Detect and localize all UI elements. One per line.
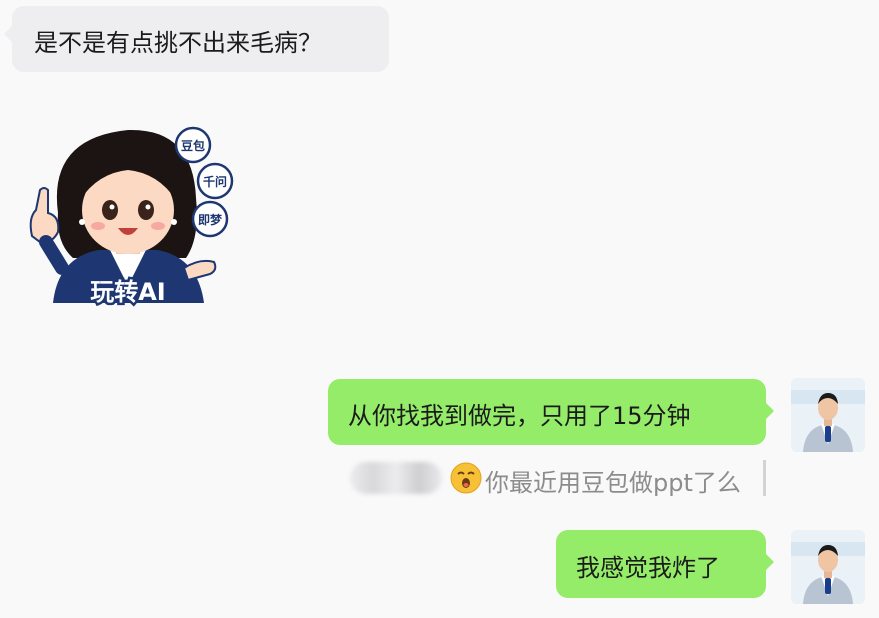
quoted-text: 你最近用豆包做ppt了么 xyxy=(485,469,741,497)
person-avatar-icon xyxy=(791,378,865,452)
outgoing-message-bubble[interactable]: 从你找我到做完，只用了15分钟 xyxy=(328,379,774,445)
blurred-sender-name xyxy=(350,462,442,494)
quoted-message[interactable]: 你最近用豆包做ppt了么 xyxy=(350,460,766,497)
user-avatar[interactable] xyxy=(791,530,865,604)
bubble-tail xyxy=(4,26,12,42)
sticker-caption: 玩转AI xyxy=(90,278,166,306)
person-avatar-icon xyxy=(791,530,865,604)
message-text: 是不是有点挑不出来毛病？ xyxy=(34,29,322,57)
sticker-badge-qianwen: 千问 xyxy=(203,174,227,189)
emoji-icon xyxy=(450,462,482,494)
message-text: 我感觉我炸了 xyxy=(576,554,720,582)
sticker-image[interactable]: 豆包 千问 即梦 玩转AI xyxy=(18,118,238,313)
outgoing-message-bubble[interactable]: 我感觉我炸了 xyxy=(556,530,774,598)
bubble-tail xyxy=(766,554,774,570)
quote-divider xyxy=(763,460,766,496)
incoming-message-bubble[interactable]: 是不是有点挑不出来毛病？ xyxy=(4,6,389,72)
sticker-badge-doubao: 豆包 xyxy=(181,138,205,153)
sticker-badge-jimeng: 即梦 xyxy=(198,212,223,227)
bubble-tail xyxy=(766,403,774,419)
user-avatar[interactable] xyxy=(791,378,865,452)
message-text: 从你找我到做完，只用了15分钟 xyxy=(348,402,691,430)
